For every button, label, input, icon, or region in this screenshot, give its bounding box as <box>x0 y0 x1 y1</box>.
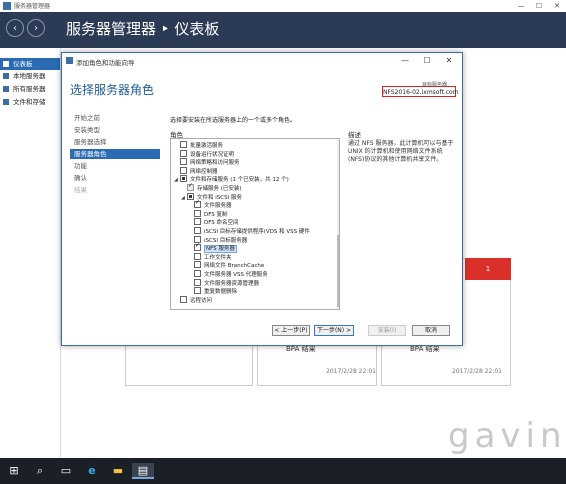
dialog-title: 添加角色和功能向导 <box>76 59 135 67</box>
role-checkbox[interactable] <box>194 287 201 295</box>
role-label: 网络控制器 <box>190 168 218 175</box>
role-label: 文件服务器资源管理器 <box>204 280 260 287</box>
timestamp: 2017/2/28 22:01 <box>452 368 502 375</box>
explorer-icon[interactable]: ▬ <box>110 463 126 479</box>
app-icon <box>3 2 11 10</box>
role-label: 批量激活服务 <box>190 143 224 149</box>
role-checkbox[interactable] <box>194 261 201 269</box>
role-label: iSCSI 目标服务器 <box>204 237 248 244</box>
role-checkbox[interactable] <box>180 166 187 174</box>
dialog-minimize-button[interactable]: — <box>395 54 415 68</box>
role-checkbox[interactable] <box>180 149 187 157</box>
role-checkbox[interactable] <box>187 192 194 200</box>
step-server-roles[interactable]: 服务器角色 <box>70 149 160 159</box>
role-item[interactable]: iSCSI 目标存储提供程序(VDS 和 VSS 硬件 <box>188 227 310 236</box>
role-label: 存储服务 (已安装) <box>197 186 242 192</box>
role-label: 网络策略和访问服务 <box>190 160 240 167</box>
add-roles-wizard: 添加角色和功能向导 — ☐ ✕ 选择服务器角色 目标服务器 NFS2016-02… <box>61 52 463 346</box>
ie-icon[interactable]: e <box>84 463 100 479</box>
step-server-selection[interactable]: 服务器选择 <box>74 137 160 147</box>
role-label: 网络文件 BranchCache <box>204 263 265 270</box>
step-before-you-begin[interactable]: 开始之前 <box>74 113 160 123</box>
task-view-icon[interactable]: ▭ <box>58 463 74 479</box>
role-item[interactable]: 远程访问 <box>174 295 213 305</box>
role-label: 设备运行状况证明 <box>190 151 235 158</box>
role-checkbox[interactable] <box>194 218 201 226</box>
role-checkbox[interactable] <box>180 158 187 166</box>
scrollbar-thumb[interactable] <box>337 235 339 307</box>
wizard-page-title: 选择服务器角色 <box>70 83 155 97</box>
back-arrow-icon[interactable]: ‹ <box>6 19 24 37</box>
search-icon[interactable]: ⌕ <box>32 463 48 479</box>
role-label: 工作文件夹 <box>204 254 232 261</box>
step-results: 结果 <box>74 186 87 194</box>
role-checkbox[interactable] <box>180 295 187 303</box>
role-label: NFS 服务器 <box>204 245 237 254</box>
storage-icon <box>3 99 9 105</box>
dialog-maximize-button[interactable]: ☐ <box>417 54 437 68</box>
sidebar-item-label: 所有服务器 <box>13 85 46 93</box>
role-checkbox[interactable] <box>194 209 201 217</box>
role-checkbox[interactable] <box>194 227 201 234</box>
role-label: DFS 命名空间 <box>204 220 239 227</box>
role-label: 重复数据删除 <box>204 289 238 296</box>
forward-arrow-icon[interactable]: › <box>27 19 45 37</box>
start-icon[interactable]: ⊞ <box>6 463 22 479</box>
role-label: 远程访问 <box>190 297 213 304</box>
timestamp: 2017/2/28 22:01 <box>326 368 376 375</box>
role-label: 文件和 iSCSI 服务 <box>197 194 242 201</box>
sidebar-item-all-servers[interactable]: 所有服务器 <box>0 83 60 95</box>
role-checkbox[interactable] <box>194 199 201 209</box>
sidebar-item-file-storage[interactable]: 文件和存储 <box>0 96 60 108</box>
maximize-button[interactable]: ☐ <box>530 0 548 12</box>
role-label: 文件服务器 VSS 代理服务 <box>204 272 268 278</box>
sidebar-item-local-server[interactable]: 本地服务器 <box>0 70 60 82</box>
expand-arrow-icon[interactable]: ◢ <box>174 176 179 184</box>
wizard-icon <box>66 57 73 64</box>
target-server-name: NFS2016-02.ixmsoft.com <box>382 86 459 97</box>
watermark: gavin <box>448 416 566 456</box>
dashboard-icon <box>3 61 9 67</box>
server-manager-icon[interactable]: ▤ <box>132 463 154 479</box>
sidebar-item-dashboard[interactable]: 仪表板 <box>0 58 60 70</box>
role-checkbox[interactable] <box>180 175 187 183</box>
sidebar <box>0 48 61 458</box>
role-item[interactable]: 重复数据删除 <box>188 287 238 296</box>
close-button[interactable]: ✕ <box>548 0 566 12</box>
role-item[interactable]: ◢ 文件和 iSCSI 服务 <box>181 192 242 202</box>
sidebar-item-label: 仪表板 <box>13 60 33 68</box>
instruction-text: 选择要安装在所选服务器上的一个或多个角色。 <box>170 117 297 124</box>
previous-button[interactable]: < 上一步(P) <box>272 325 310 336</box>
role-label: iSCSI 目标存储提供程序(VDS 和 VSS 硬件 <box>204 229 310 235</box>
minimize-button[interactable]: — <box>512 0 530 12</box>
expand-arrow-icon[interactable]: ◢ <box>181 194 186 202</box>
role-label: 文件和存储服务 (1 个已安装，共 12 个) <box>190 177 289 184</box>
role-checkbox[interactable] <box>194 278 201 286</box>
role-checkbox <box>187 182 194 191</box>
servers-icon <box>3 86 9 92</box>
role-checkbox[interactable] <box>194 252 201 260</box>
next-button[interactable]: 下一步(N) > <box>314 325 354 336</box>
cancel-button[interactable]: 取消 <box>412 325 450 336</box>
dialog-close-button[interactable]: ✕ <box>439 54 459 68</box>
description-header: 描述 <box>348 131 361 139</box>
outer-window-title: 服务器管理器 <box>14 3 51 10</box>
role-checkbox[interactable] <box>180 141 187 148</box>
page-title: 服务器管理器 ‣ 仪表板 <box>66 20 220 38</box>
role-label: DFS 复制 <box>204 211 228 218</box>
step-features[interactable]: 功能 <box>74 161 160 171</box>
role-description: 通过 NFS 服务器，此计算机可以与基于 UNIX 的计算机和使用网络文件系统(… <box>348 140 454 163</box>
alert-count-badge[interactable]: 1 <box>465 258 511 280</box>
install-button: 安装(I) <box>368 325 406 336</box>
role-checkbox[interactable] <box>194 242 201 252</box>
step-confirmation[interactable]: 确认 <box>74 173 160 183</box>
role-tree[interactable]: 批量激活服务设备运行状况证明 网络策略和访问服务 网络控制器 ◢ 文件和存储服务 (1 … <box>170 138 340 310</box>
role-checkbox[interactable] <box>194 270 201 277</box>
server-icon <box>3 73 9 79</box>
sidebar-item-label: 本地服务器 <box>13 72 46 80</box>
role-label: 文件服务器 <box>204 203 232 210</box>
sidebar-item-label: 文件和存储 <box>13 98 46 106</box>
step-installation-type[interactable]: 安装类型 <box>74 125 160 135</box>
